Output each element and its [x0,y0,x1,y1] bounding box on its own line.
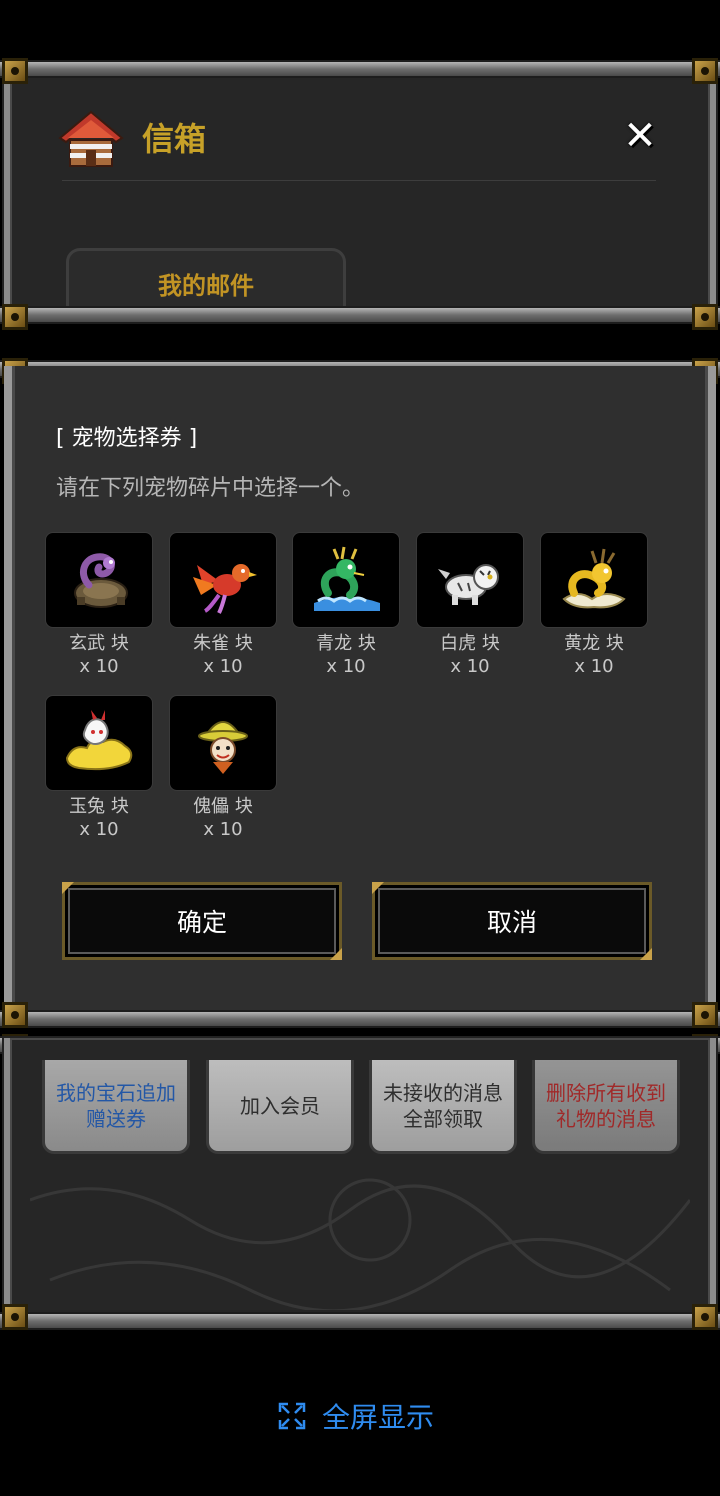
pet-quantity: x 10 [203,656,243,677]
frame-bar [0,60,720,78]
frame-corner [2,58,28,84]
delete-gift-messages-button[interactable]: 删除所有收到 礼物的消息 [532,1060,680,1154]
pet-icon-box [416,532,524,628]
join-membership-button[interactable]: 加入会员 [206,1060,354,1154]
frame-corner [692,304,718,330]
mailbox-title: 信箱 [142,120,207,158]
pet-name: 青龙 块 [316,633,376,654]
frame-corner [2,1304,28,1330]
frame-corner [2,1002,28,1028]
pet-option-black-tortoise[interactable]: 玄武 块 x 10 [45,532,153,678]
tab-my-mail[interactable]: 我的邮件 [66,248,346,308]
close-button[interactable]: ✕ [620,116,660,156]
pet-option-white-tiger[interactable]: 白虎 块 x 10 [416,532,524,678]
frame-corner [692,1002,718,1028]
fullscreen-toggle[interactable]: 全屏显示 [278,1396,434,1436]
confirm-button[interactable]: 确定 [62,882,342,960]
pet-name: 黄龙 块 [564,633,624,654]
pet-quantity: x 10 [574,656,614,677]
frame-corner [692,58,718,84]
jade-rabbit-icon [65,710,133,771]
frame-bar [0,306,720,324]
frame-corner [692,1304,718,1330]
pet-quantity: x 10 [79,819,119,840]
claim-all-button[interactable]: 未接收的消息 全部领取 [369,1060,517,1154]
pet-name: 玉兔 块 [69,796,129,817]
cancel-button[interactable]: 取消 [372,882,652,960]
dialog-description: 请在下列宠物碎片中选择一个。 [56,476,365,501]
pet-icon-box [169,695,277,791]
expand-icon [278,1402,306,1430]
modal-frame-bar [0,1010,720,1028]
pet-option-azure-dragon[interactable]: 青龙 块 x 10 [292,532,400,678]
pet-option-vermilion-bird[interactable]: 朱雀 块 x 10 [169,532,277,678]
pet-quantity: x 10 [203,819,243,840]
mailbox-house-icon [58,110,124,167]
pet-name: 白虎 块 [440,633,500,654]
pet-option-puppet[interactable]: 傀儡 块 x 10 [169,695,277,841]
pet-icon-box [169,532,277,628]
confirm-button-label: 确定 [176,908,227,937]
dialog-title: [ 宠物选择券 ] [56,426,198,451]
pet-icon-box [45,695,153,791]
frame-bar [0,1312,720,1330]
pet-icon-box [45,532,153,628]
frame-corner [2,304,28,330]
pet-name: 朱雀 块 [193,633,253,654]
black-tortoise-icon [74,553,128,608]
pet-option-yellow-dragon[interactable]: 黄龙 块 x 10 [540,532,648,678]
pet-option-jade-rabbit[interactable]: 玉兔 块 x 10 [45,695,153,841]
fullscreen-label: 全屏显示 [322,1401,435,1434]
header-divider [62,180,656,181]
close-icon: ✕ [623,113,657,159]
azure-dragon-icon [314,546,380,611]
pet-quantity: x 10 [326,656,366,677]
pet-icon-box [292,532,400,628]
background-decoration [30,1178,690,1310]
pet-quantity: x 10 [450,656,490,677]
pet-name: 傀儡 块 [193,796,253,817]
pet-name: 玄武 块 [69,633,129,654]
pet-icon-box [540,532,648,628]
cancel-button-label: 取消 [486,908,537,937]
pet-quantity: x 10 [79,656,119,677]
gem-gift-voucher-button[interactable]: 我的宝石追加 赠送券 [42,1060,190,1154]
puppet-icon [198,721,248,774]
vermilion-bird-icon [193,564,257,614]
white-tiger-icon [438,564,499,605]
yellow-dragon-icon [562,548,626,609]
